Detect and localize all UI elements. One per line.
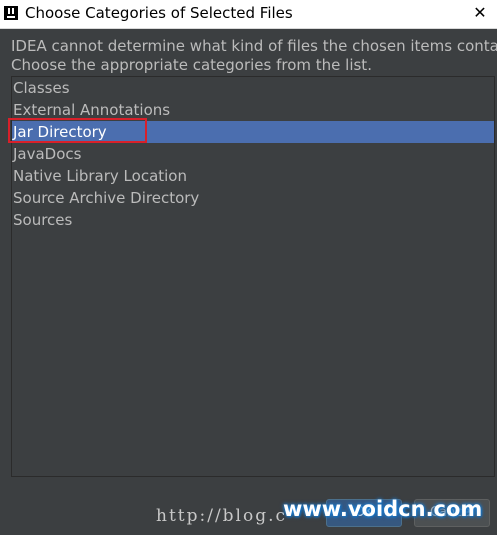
intellij-idea-icon (4, 6, 18, 20)
dialog-message: IDEA cannot determine what kind of files… (11, 37, 497, 75)
message-line-2: Choose the appropriate categories from t… (11, 56, 372, 74)
close-icon[interactable]: ✕ (469, 3, 491, 23)
list-item-javadocs[interactable]: JavaDocs (12, 143, 494, 165)
list-item-sources[interactable]: Sources (12, 209, 494, 231)
list-item-native-library-location[interactable]: Native Library Location (12, 165, 494, 187)
list-item-classes[interactable]: Classes (12, 77, 494, 99)
watermark-logo: www.voidcn.com (283, 497, 483, 521)
annotation-highlight-box (8, 118, 147, 143)
title-bar: Choose Categories of Selected Files ✕ (0, 0, 497, 29)
watermark-url: http://blog.c (156, 506, 288, 526)
message-line-1: IDEA cannot determine what kind of files… (11, 37, 497, 55)
window-title: Choose Categories of Selected Files (25, 4, 293, 22)
list-item-source-archive-directory[interactable]: Source Archive Directory (12, 187, 494, 209)
